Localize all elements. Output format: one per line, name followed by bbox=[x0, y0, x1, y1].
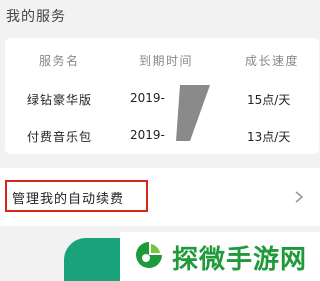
header-growth-speed: 成长速度 bbox=[245, 54, 300, 68]
expiry-date-cell: 2019- bbox=[130, 128, 165, 142]
section-title: 我的服务 bbox=[6, 9, 66, 25]
header-expiry-date: 到期时间 bbox=[139, 54, 194, 68]
redaction-shape bbox=[176, 85, 210, 141]
watermark: 探微手游网 bbox=[120, 232, 320, 281]
expiry-date-cell: 2019- bbox=[130, 91, 165, 105]
watermark-text: 探微手游网 bbox=[172, 245, 308, 275]
manage-auto-renew-row[interactable]: 管理我的自动续费 bbox=[0, 168, 320, 226]
manage-auto-renew-label: 管理我的自动续费 bbox=[12, 192, 125, 207]
service-name-cell: 付费音乐包 bbox=[27, 130, 93, 144]
growth-speed-cell: 13点/天 bbox=[247, 130, 291, 144]
service-name-cell: 绿钻豪华版 bbox=[27, 93, 93, 107]
header-service-name: 服务名 bbox=[39, 54, 80, 68]
chevron-right-icon bbox=[295, 191, 304, 203]
growth-speed-cell: 15点/天 bbox=[247, 93, 291, 107]
services-table: 服务名 到期时间 成长速度 绿钻豪华版 2019- 15点/天 付费音乐包 20… bbox=[5, 38, 319, 154]
leaf-logo-icon bbox=[136, 242, 162, 268]
